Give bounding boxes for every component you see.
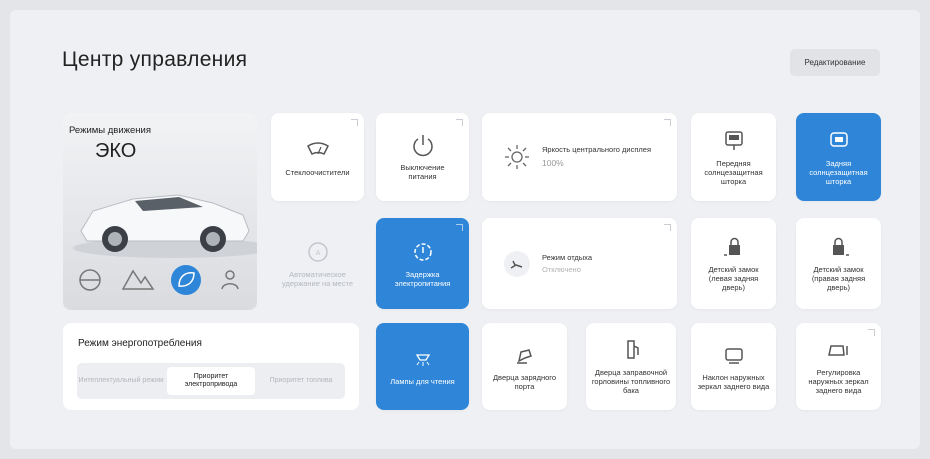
charge-port-icon	[516, 348, 532, 364]
car-image	[73, 194, 257, 258]
reading-lamps-tile[interactable]: Лампы для чтения	[376, 323, 469, 410]
power-delay-tile[interactable]: Задержка электропитания	[376, 218, 469, 309]
energy-option-smart[interactable]: Интеллектуальный режим	[77, 367, 165, 395]
mirror-adjust-label: Регулировка наружных зеркал заднего вида	[808, 368, 869, 395]
power-icon	[412, 135, 433, 157]
wipers-tile[interactable]: Стеклоочистители	[271, 113, 364, 201]
drive-mode-label: Режимы движения	[69, 125, 151, 136]
child-lock-icon	[723, 237, 740, 256]
fuel-door-tile[interactable]: Дверца заправочной горловины топливного …	[586, 323, 676, 410]
custom-icon	[221, 270, 239, 290]
child-lock-icon	[832, 237, 849, 256]
mirror-tilt-icon	[724, 347, 743, 364]
child-lock-left-tile[interactable]: Детский замок (левая задняя дверь)	[691, 218, 776, 309]
energy-option-electric[interactable]: Приоритет электропривода	[167, 367, 255, 395]
rest-mode-label: Режим отдыха	[542, 253, 593, 262]
child-lock-right-tile[interactable]: Детский замок (правая задняя дверь)	[796, 218, 881, 309]
fuel-door-icon	[627, 340, 639, 359]
energy-mode-label: Режим энергопотребления	[78, 338, 202, 349]
auto-hold-tile[interactable]: A Автоматическое удержание на месте	[271, 218, 364, 309]
energy-mode-card: Режим энергопотребления Интеллектуальный…	[63, 323, 359, 410]
energy-mode-selector[interactable]: Интеллектуальный режим Приоритет электро…	[77, 363, 345, 399]
power-off-tile[interactable]: Выключение питания	[376, 113, 469, 201]
child-lock-left-label: Детский замок (левая задняя дверь)	[708, 265, 759, 292]
power-off-label: Выключение питания	[400, 163, 445, 181]
rest-mode-status: Отключено	[542, 265, 581, 274]
seat-recline-icon	[504, 250, 530, 277]
auto-hold-label: Автоматическое удержание на месте	[282, 269, 353, 288]
drive-mode-card[interactable]: Режимы движения ЭКО	[63, 113, 257, 310]
rear-shade-label: Задняя солнцезащитная шторка	[809, 158, 868, 186]
steering-wheel-icon	[79, 269, 101, 291]
brightness-value: 100%	[542, 158, 564, 169]
mirror-adjust-icon	[827, 345, 848, 356]
mirror-tilt-label: Наклон наружных зеркал заднего вида	[697, 372, 770, 391]
brightness-label: Яркость центрального дисплея	[542, 145, 652, 155]
mirror-tilt-tile[interactable]: Наклон наружных зеркал заднего вида	[691, 323, 776, 410]
rear-shade-icon	[829, 131, 848, 147]
svg-text:A: A	[315, 249, 320, 257]
front-shade-tile[interactable]: Передняя солнцезащитная шторка	[691, 113, 776, 201]
child-lock-right-label: Детский замок (правая задняя дверь)	[811, 265, 866, 292]
power-delay-label: Задержка электропитания	[394, 269, 451, 288]
charge-door-label: Дверца зарядного порта	[492, 372, 557, 391]
reading-lamps-label: Лампы для чтения	[390, 377, 455, 386]
drive-mode-selector[interactable]	[73, 263, 249, 297]
eco-leaf-icon	[171, 265, 201, 295]
charge-door-tile[interactable]: Дверца зарядного порта	[482, 323, 567, 410]
wiper-icon	[306, 141, 329, 155]
fuel-door-label: Дверца заправочной горловины топливного …	[591, 368, 671, 395]
brightness-tile[interactable]: Яркость центрального дисплея 100%	[482, 113, 677, 201]
reading-lamp-icon	[415, 354, 430, 366]
terrain-icon	[121, 269, 155, 290]
page-title: Центр управления	[62, 48, 248, 71]
front-shade-label: Передняя солнцезащитная шторка	[704, 158, 763, 186]
mirror-adjust-tile[interactable]: Регулировка наружных зеркал заднего вида	[796, 323, 881, 410]
auto-hold-icon: A	[307, 241, 328, 262]
rear-shade-tile[interactable]: Задняя солнцезащитная шторка	[796, 113, 881, 201]
edit-button[interactable]: Редактирование	[790, 49, 880, 76]
power-delay-icon	[413, 242, 432, 261]
page-indicator	[458, 452, 472, 459]
energy-option-fuel[interactable]: Приоритет топлива	[257, 367, 345, 395]
rest-mode-tile[interactable]: Режим отдыха Отключено	[482, 218, 677, 309]
front-shade-icon	[724, 130, 743, 150]
brightness-icon	[505, 145, 529, 169]
wipers-label: Стеклоочистители	[285, 167, 350, 177]
